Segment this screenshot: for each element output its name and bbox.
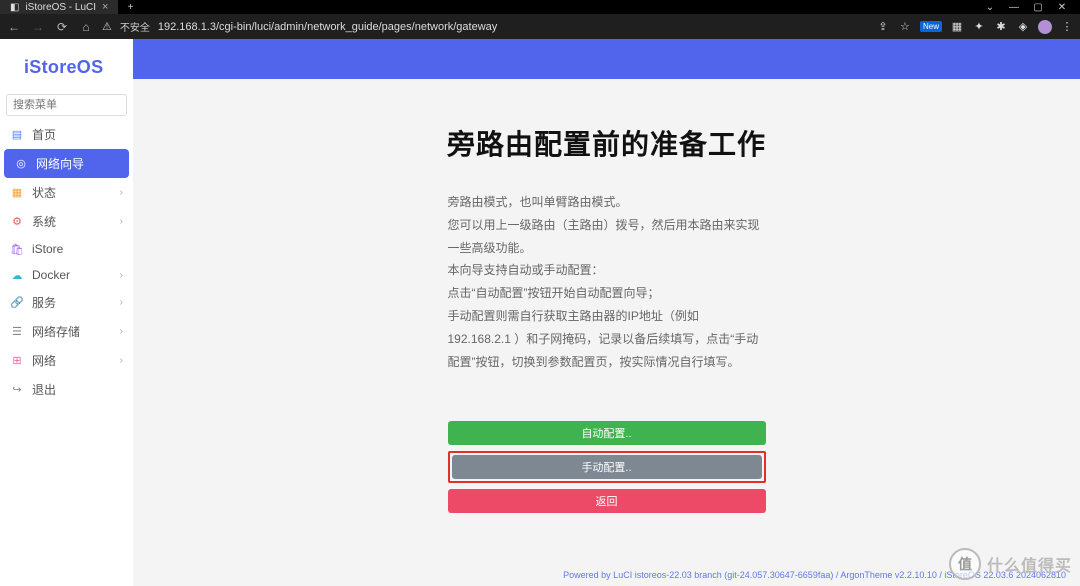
chevron-right-icon: › bbox=[120, 187, 123, 198]
logo: iStoreOS bbox=[0, 39, 133, 94]
sidebar-item-label: 网络 bbox=[32, 352, 112, 369]
extension-cube-icon[interactable]: ▦ bbox=[950, 20, 964, 34]
window-minimize-icon[interactable]: — bbox=[1002, 2, 1026, 13]
desc-line: 您可以用上一级路由（主路由）拨号，然后用本路由来实现一些高级功能。 bbox=[448, 214, 766, 260]
tab-close-icon[interactable]: × bbox=[102, 1, 108, 13]
sidebar-item-home[interactable]: ▤ 首页 bbox=[0, 120, 133, 149]
sidebar-item-label: 退出 bbox=[32, 381, 123, 398]
bag-icon: 🛍 bbox=[10, 242, 24, 256]
manual-config-button[interactable]: 手动配置.. bbox=[452, 455, 762, 479]
sidebar-item-label: 状态 bbox=[32, 184, 112, 201]
share-icon[interactable]: ⇪ bbox=[876, 20, 890, 34]
page-title: 旁路由配置前的准备工作 bbox=[133, 123, 1080, 163]
sidebar-item-label: 系统 bbox=[32, 213, 112, 230]
bookmark-star-icon[interactable]: ☆ bbox=[898, 20, 912, 34]
watermark-text: 什么值得买 bbox=[987, 552, 1072, 576]
sidebar-item-nas[interactable]: ☰ 网络存储 › bbox=[0, 317, 133, 346]
address-url[interactable]: 192.168.1.3/cgi-bin/luci/admin/network_g… bbox=[158, 21, 497, 33]
tab-favicon-icon: ◧ bbox=[10, 2, 19, 13]
chevron-right-icon: › bbox=[120, 270, 123, 281]
list-icon: ☰ bbox=[10, 325, 24, 339]
logout-icon: ↪ bbox=[10, 383, 24, 397]
compass-icon: ◎ bbox=[14, 157, 28, 171]
grid-icon: ▦ bbox=[10, 186, 24, 200]
chevron-right-icon: › bbox=[120, 297, 123, 308]
insecure-icon[interactable]: ⚠ bbox=[102, 20, 112, 33]
sidebar-item-label: 首页 bbox=[32, 126, 123, 143]
nav-reload-icon[interactable]: ⟳ bbox=[54, 20, 70, 34]
desc-line: 手动配置则需自行获取主路由器的IP地址（例如 192.168.2.1 ）和子网掩… bbox=[448, 305, 766, 373]
sidebar-item-services[interactable]: 🔗 服务 › bbox=[0, 288, 133, 317]
desc-line: 点击“自动配置”按钮开始自动配置向导； bbox=[448, 282, 766, 305]
home-icon: ▤ bbox=[10, 128, 24, 142]
extensions-puzzle-icon[interactable]: ✱ bbox=[994, 20, 1008, 34]
extension-star-icon[interactable]: ✦ bbox=[972, 20, 986, 34]
nav-forward-icon: → bbox=[30, 20, 46, 34]
sidebar-search-input[interactable] bbox=[6, 94, 127, 116]
watermark: 值 什么值得买 bbox=[949, 548, 1072, 580]
new-badge[interactable]: New bbox=[920, 21, 942, 32]
sidebar: iStoreOS ▤ 首页 ◎ 网络向导 ▦ 状态 › ⚙ 系统 › bbox=[0, 39, 133, 586]
sidebar-item-docker[interactable]: ☁ Docker › bbox=[0, 262, 133, 288]
top-header-bar bbox=[133, 39, 1080, 79]
window-dropdown-icon[interactable]: ⌄ bbox=[978, 2, 1002, 13]
browser-tab[interactable]: ◧ iStoreOS - LuCI × bbox=[0, 0, 118, 14]
gear-icon: ⚙ bbox=[10, 215, 24, 229]
tab-title: iStoreOS - LuCI bbox=[25, 2, 96, 13]
auto-config-button[interactable]: 自动配置.. bbox=[448, 421, 766, 445]
nav-back-icon[interactable]: ← bbox=[6, 20, 22, 34]
sidebar-item-istore[interactable]: 🛍 iStore bbox=[0, 236, 133, 262]
chevron-right-icon: › bbox=[120, 355, 123, 366]
sidebar-item-label: Docker bbox=[32, 268, 112, 282]
window-maximize-icon[interactable]: ▢ bbox=[1026, 2, 1050, 13]
sidebar-item-label: 服务 bbox=[32, 294, 112, 311]
desc-line: 旁路由模式，也叫单臂路由模式。 bbox=[448, 191, 766, 214]
description-block: 旁路由模式，也叫单臂路由模式。 您可以用上一级路由（主路由）拨号，然后用本路由来… bbox=[448, 191, 766, 373]
sidebar-item-label: iStore bbox=[32, 242, 123, 256]
profile-avatar[interactable] bbox=[1038, 20, 1052, 34]
browser-menu-icon[interactable]: ⋮ bbox=[1060, 20, 1074, 34]
cloud-icon: ☁ bbox=[10, 268, 24, 282]
chevron-right-icon: › bbox=[120, 216, 123, 227]
sidebar-item-label: 网络存储 bbox=[32, 323, 112, 340]
sidebar-item-network[interactable]: ⊞ 网络 › bbox=[0, 346, 133, 375]
watermark-badge: 值 bbox=[949, 548, 981, 580]
desc-line: 本向导支持自动或手动配置： bbox=[448, 259, 766, 282]
link-icon: 🔗 bbox=[10, 296, 24, 310]
network-icon: ⊞ bbox=[10, 354, 24, 368]
insecure-label: 不安全 bbox=[120, 19, 150, 34]
nav-home-icon[interactable]: ⌂ bbox=[78, 20, 94, 34]
bookmark-ribbon-icon[interactable]: ◈ bbox=[1016, 20, 1030, 34]
sidebar-item-system[interactable]: ⚙ 系统 › bbox=[0, 207, 133, 236]
manual-config-highlight: 手动配置.. bbox=[448, 451, 766, 483]
sidebar-item-label: 网络向导 bbox=[36, 155, 119, 172]
new-tab-button[interactable]: + bbox=[118, 2, 142, 13]
sidebar-item-network-guide[interactable]: ◎ 网络向导 bbox=[4, 149, 129, 178]
sidebar-item-logout[interactable]: ↪ 退出 bbox=[0, 375, 133, 404]
back-button[interactable]: 返回 bbox=[448, 489, 766, 513]
window-close-icon[interactable]: ✕ bbox=[1050, 2, 1074, 13]
sidebar-item-status[interactable]: ▦ 状态 › bbox=[0, 178, 133, 207]
chevron-right-icon: › bbox=[120, 326, 123, 337]
